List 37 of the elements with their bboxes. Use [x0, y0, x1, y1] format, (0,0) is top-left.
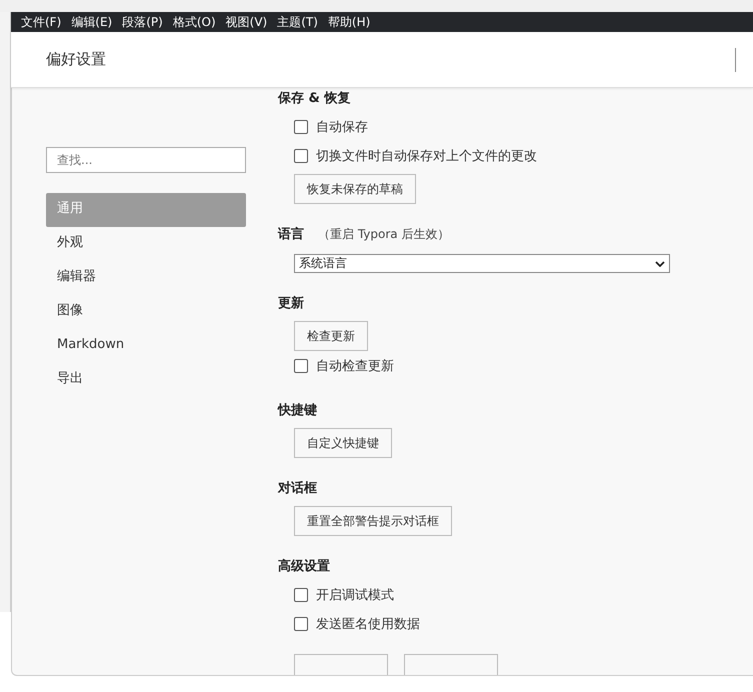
checkbox[interactable]	[294, 616, 308, 630]
checkbox[interactable]	[294, 148, 308, 162]
checkbox[interactable]	[294, 358, 308, 372]
nav-item[interactable]: Markdown	[46, 329, 246, 363]
menu-item[interactable]: 文件(F)	[16, 14, 66, 30]
menu-item[interactable]: 编辑(E)	[66, 14, 118, 30]
checkbox[interactable]	[294, 120, 308, 134]
checkbox-label: 自动保存	[316, 118, 368, 136]
nav-item[interactable]: 图像	[46, 295, 246, 329]
section-note: （重启 Typora 后生效）	[318, 226, 450, 243]
language-select[interactable]: 系统语言	[294, 254, 670, 273]
nav-item[interactable]: 外观	[46, 227, 246, 261]
checkbox-label: 发送匿名使用数据	[316, 616, 420, 632]
checkbox-label: 切换文件时自动保存对上个文件的更改	[316, 148, 537, 164]
menu-item[interactable]: 段落(P)	[117, 14, 168, 30]
checkbox-label: 开启调试模式	[316, 586, 394, 604]
settings-button[interactable]: 自定义快捷键	[294, 428, 392, 458]
search-field[interactable]: 查找...	[46, 147, 246, 173]
checkbox-label: 自动检查更新	[316, 358, 394, 374]
section-heading: 快捷键	[278, 402, 317, 419]
nav-item[interactable]: 编辑器	[46, 261, 246, 295]
menu-item[interactable]: 格式(O)	[168, 14, 221, 30]
menu-item[interactable]: 帮助(H)	[322, 14, 376, 30]
menu-item[interactable]: 视图(V)	[220, 14, 272, 30]
settings-button[interactable]: 检查更新	[294, 321, 368, 351]
menu-item[interactable]: 主题(T)	[272, 14, 323, 30]
nav-item[interactable]: 导出	[46, 363, 246, 397]
settings-button[interactable]: 重置全部警告提示对话框	[294, 506, 452, 536]
section-heading: 对话框	[278, 480, 317, 497]
chevron-down-icon	[655, 260, 665, 266]
section-heading: 更新	[278, 294, 304, 312]
section-heading: 语言	[278, 226, 304, 243]
section-heading: 保存 & 恢复	[278, 90, 350, 107]
dialog-title: 偏好设置	[46, 50, 107, 69]
settings-button[interactable]: 恢复未保存的草稿	[294, 174, 416, 204]
checkbox[interactable]	[294, 588, 308, 602]
section-heading: 高级设置	[278, 558, 330, 575]
